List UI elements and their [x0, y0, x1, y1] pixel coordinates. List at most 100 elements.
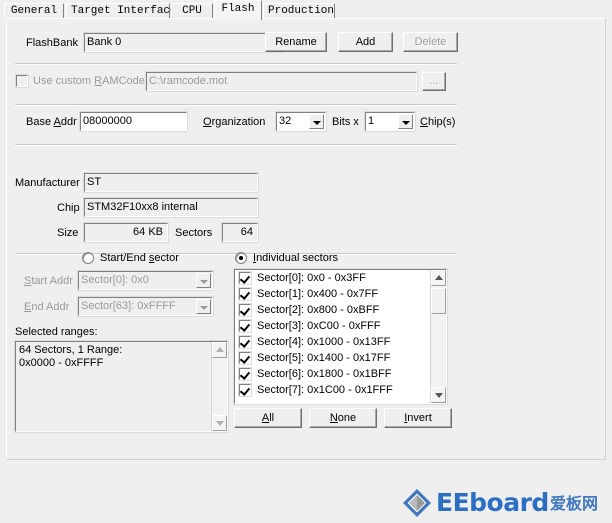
size-value-text: 64 KB — [133, 226, 163, 238]
selected-ranges-text: 64 Sectors, 1 Range: 0x0000 - 0xFFFF — [19, 344, 123, 369]
use-custom-ramcode-checkbox — [15, 74, 29, 88]
ramcode-browse-label: ... — [429, 75, 439, 87]
organization-combo[interactable]: 32 — [275, 111, 327, 132]
individual-sectors-radio[interactable] — [235, 252, 247, 264]
add-button-label: Add — [355, 36, 376, 48]
sectors-value-text: 64 — [240, 226, 253, 238]
organization-label-post: rganization — [211, 116, 266, 128]
base-addr-input[interactable]: 08000000 — [79, 111, 188, 132]
manufacturer-value: ST — [83, 172, 259, 193]
scrollbar-thumb[interactable] — [431, 288, 446, 314]
tab-general-label: General — [10, 5, 58, 17]
eeboard-watermark-text-cn: 爱板网 — [550, 494, 599, 513]
eeboard-watermark-text: EEboard — [436, 488, 549, 517]
list-item[interactable]: Sector[4]: 0x1000 - 0x13FF — [235, 334, 446, 350]
sector-checkbox[interactable] — [238, 319, 252, 333]
ramcode-browse-button: ... — [422, 72, 446, 91]
tab-production[interactable]: Production — [263, 3, 335, 19]
ramcode-path-input: C:\ramcode.mot — [145, 71, 418, 92]
flash-tab-page: FlashBank Bank 0 Rename Add Delete Use c… — [6, 18, 606, 460]
sector-list-scrollbar[interactable] — [430, 270, 446, 403]
individual-label-post: ndividual sectors — [256, 252, 338, 264]
ramcode-label-post: AMCode — [102, 75, 145, 87]
selected-ranges-label: Selected ranges: — [15, 326, 98, 338]
sector-label: Sector[1]: 0x400 - 0x7FF — [257, 288, 379, 300]
sector-label: Sector[7]: 0x1C00 - 0x1FFF — [257, 384, 393, 396]
sector-label: Sector[6]: 0x1800 - 0x1BFF — [257, 368, 392, 380]
list-item[interactable]: Sector[5]: 0x1400 - 0x17FF — [235, 350, 446, 366]
rename-button[interactable]: Rename — [265, 32, 327, 52]
flashbank-combo-value: Bank 0 — [87, 36, 122, 48]
separator-2 — [15, 104, 457, 106]
list-item[interactable]: Sector[1]: 0x400 - 0x7FF — [235, 286, 446, 302]
select-all-button[interactable]: All — [234, 408, 302, 428]
list-item[interactable]: Sector[0]: 0x0 - 0x3FF — [235, 270, 446, 286]
sectors-label: Sectors — [175, 227, 213, 239]
eeboard-logo-icon — [403, 489, 431, 517]
end-addr-label: End Addr — [24, 301, 69, 314]
base-addr-label-mnemonic: A — [53, 116, 61, 128]
tab-strip: General Target Interface CPU Flash Produ… — [0, 0, 612, 20]
sector-checkbox[interactable] — [238, 303, 252, 317]
list-item[interactable]: Sector[6]: 0x1800 - 0x1BFF — [235, 366, 446, 382]
scroll-down-icon — [212, 415, 227, 431]
delete-button: Delete — [403, 32, 458, 52]
chevron-down-icon[interactable] — [398, 114, 413, 129]
add-button[interactable]: Add — [338, 32, 393, 52]
chevron-down-icon — [196, 299, 211, 314]
sector-list[interactable]: Sector[0]: 0x0 - 0x3FF Sector[1]: 0x400 … — [233, 268, 448, 405]
base-addr-label: Base Addr — [26, 116, 77, 129]
start-end-sector-radio[interactable] — [82, 252, 94, 264]
sector-checkbox[interactable] — [238, 383, 252, 397]
scroll-up-icon[interactable] — [431, 270, 446, 286]
base-addr-value: 08000000 — [83, 115, 132, 127]
tab-production-label: Production — [268, 5, 335, 17]
tab-flash-label: Flash — [221, 3, 255, 15]
list-item[interactable]: Sector[2]: 0x800 - 0xBFF — [235, 302, 446, 318]
scroll-down-icon[interactable] — [431, 387, 446, 403]
sector-label: Sector[5]: 0x1400 - 0x17FF — [257, 352, 391, 364]
chip-label: Chip — [57, 202, 80, 214]
chip-value-text: STM32F10xx8 internal — [87, 201, 198, 213]
tab-general[interactable]: General — [4, 3, 64, 19]
sector-label: Sector[0]: 0x0 - 0x3FF — [257, 272, 366, 284]
flashbank-label: FlashBank — [26, 37, 78, 49]
flashbank-combo[interactable]: Bank 0 — [83, 32, 284, 53]
organization-label: Organization — [203, 116, 265, 129]
sector-checkbox[interactable] — [238, 367, 252, 381]
none-button-label: one — [337, 412, 357, 424]
list-item[interactable]: Sector[3]: 0xC00 - 0xFFF — [235, 318, 446, 334]
sectors-value: 64 — [221, 222, 259, 243]
ramcode-label-pre: Use custom — [33, 75, 95, 87]
ramcode-label-mnemonic: R — [94, 75, 103, 87]
tab-target-interface-label: Target Interface — [71, 5, 177, 17]
select-invert-button[interactable]: Invert — [384, 408, 452, 428]
sector-checkbox[interactable] — [238, 287, 252, 301]
end-addr-combo: Sector[63]: 0xFFFF — [77, 296, 214, 317]
tab-target-interface[interactable]: Target Interface — [66, 3, 177, 19]
sector-checkbox[interactable] — [238, 271, 252, 285]
use-custom-ramcode-label: Use custom RAMCode — [33, 75, 145, 88]
chips-combo[interactable]: 1 — [364, 111, 416, 132]
end-addr-label-post: nd Addr — [31, 301, 70, 313]
separator-3 — [15, 144, 457, 146]
scroll-up-icon — [212, 342, 227, 358]
chips-label-post: hip(s) — [427, 116, 456, 128]
sector-label: Sector[4]: 0x1000 - 0x13FF — [257, 336, 391, 348]
manufacturer-value-text: ST — [87, 176, 102, 188]
selected-ranges-scrollbar — [211, 342, 227, 431]
invert-button-label: nvert — [407, 412, 432, 424]
sector-label: Sector[3]: 0xC00 - 0xFFF — [257, 320, 381, 332]
tab-cpu[interactable]: CPU — [171, 3, 213, 19]
sector-checkbox[interactable] — [238, 335, 252, 349]
chevron-down-icon[interactable] — [309, 114, 324, 129]
select-none-button[interactable]: None — [309, 408, 377, 428]
chip-value: STM32F10xx8 internal — [83, 197, 259, 218]
chips-combo-value: 1 — [368, 115, 375, 127]
tab-flash[interactable]: Flash — [214, 0, 262, 20]
sector-checkbox[interactable] — [238, 351, 252, 365]
list-item[interactable]: Sector[7]: 0x1C00 - 0x1FFF — [235, 382, 446, 398]
start-addr-label: Start Addr — [24, 275, 73, 288]
delete-button-label: Delete — [414, 36, 447, 48]
start-end-sector-label: Start/End sector — [100, 252, 179, 265]
